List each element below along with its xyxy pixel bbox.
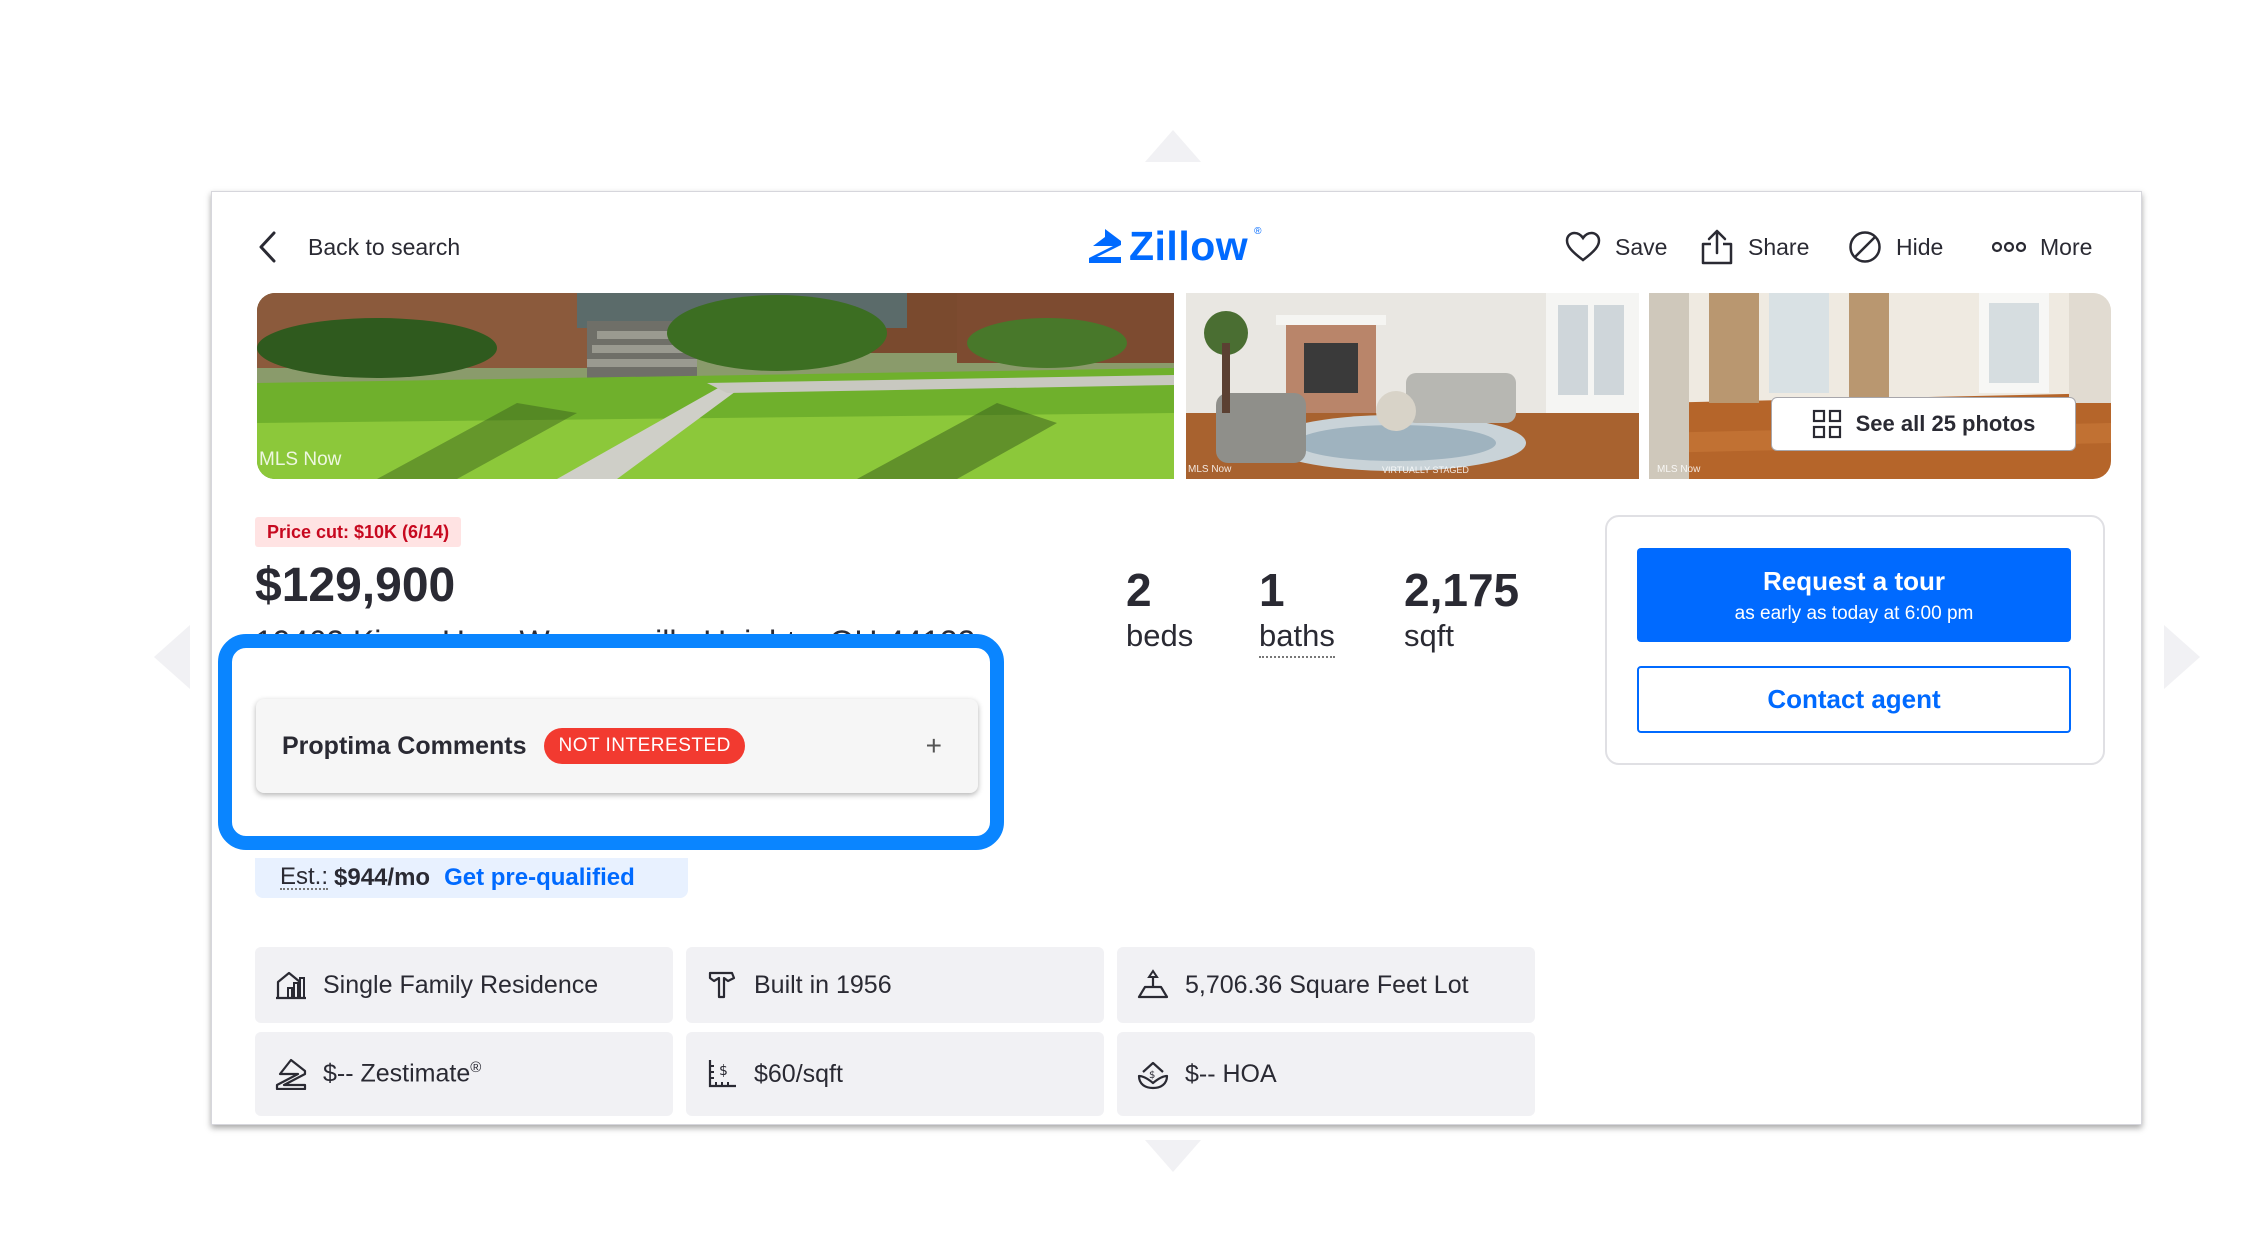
save-button[interactable]: Save bbox=[1565, 222, 1667, 272]
beds-label: beds bbox=[1126, 618, 1194, 653]
fact-hoa: $ $-- HOA bbox=[1117, 1032, 1535, 1116]
beds-value: 2 bbox=[1126, 564, 1152, 616]
fact-home-type-text: Single Family Residence bbox=[323, 970, 599, 999]
fact-year-built: Built in 1956 bbox=[686, 947, 1104, 1023]
photo-credit: MLS Now bbox=[1188, 464, 1232, 475]
proptima-comments-title: Proptima Comments bbox=[282, 731, 527, 760]
proptima-comments-card[interactable]: Proptima Comments NOT INTERESTED + bbox=[256, 699, 978, 793]
chevron-left-icon bbox=[259, 231, 276, 263]
previous-arrow[interactable] bbox=[154, 625, 190, 689]
svg-text:$: $ bbox=[1149, 1070, 1155, 1081]
fact-hoa-text: $-- HOA bbox=[1185, 1059, 1277, 1088]
hammer-icon bbox=[708, 971, 736, 999]
more-button[interactable]: More bbox=[1992, 222, 2092, 272]
sqft-label: sqft bbox=[1404, 618, 1454, 653]
baths-value: 1 bbox=[1259, 564, 1285, 616]
zestimate-icon bbox=[275, 1058, 307, 1090]
zestimate-value: $-- Zestimate bbox=[323, 1059, 471, 1088]
back-label: Back to search bbox=[308, 233, 461, 260]
house-exterior-image bbox=[257, 293, 1174, 479]
hoa-icon: $ bbox=[1137, 1061, 1169, 1090]
house-chart-icon bbox=[276, 971, 306, 1000]
fact-price-per-sqft: $ $60/sqft bbox=[686, 1032, 1104, 1116]
see-all-photos-button[interactable]: See all 25 photos bbox=[1771, 397, 2076, 451]
fact-price-per-sqft-text: $60/sqft bbox=[754, 1059, 843, 1088]
plus-icon[interactable]: + bbox=[926, 730, 942, 762]
price-cut-badge: Price cut: $10K (6/14) bbox=[255, 517, 462, 547]
interior-photo[interactable]: MLS Now bbox=[1649, 293, 2111, 479]
fact-zestimate: $-- Zestimate® bbox=[255, 1032, 673, 1116]
photo-credit: MLS Now bbox=[259, 449, 342, 470]
main-photo[interactable]: MLS Now bbox=[257, 293, 1174, 479]
living-room-image bbox=[1186, 293, 1639, 479]
listing-page: Back to search Zillow ® Save Share Hide … bbox=[211, 191, 2142, 1125]
monthly-estimate: Est.: $944/mo Get pre-qualified bbox=[255, 858, 688, 898]
zillow-logo[interactable]: Zillow ® bbox=[1087, 218, 1262, 274]
fact-year-built-text: Built in 1956 bbox=[754, 970, 892, 999]
fact-zestimate-text: $-- Zestimate® bbox=[323, 1059, 481, 1088]
heart-icon bbox=[1565, 231, 1601, 262]
request-tour-button[interactable]: Request a tour as early as today at 6:00… bbox=[1637, 548, 2071, 642]
listing-price: $129,900 bbox=[255, 559, 456, 612]
contact-agent-button[interactable]: Contact agent bbox=[1637, 666, 2071, 733]
share-button[interactable]: Share bbox=[1700, 222, 1809, 272]
more-icon bbox=[1992, 241, 2026, 253]
status-badge: NOT INTERESTED bbox=[544, 728, 745, 764]
beds-stat: 2 beds bbox=[1126, 564, 1193, 656]
logo-text: Zillow bbox=[1129, 222, 1249, 269]
save-label: Save bbox=[1615, 233, 1668, 260]
svg-text:$: $ bbox=[719, 1063, 728, 1079]
living-room-photo[interactable]: MLS Now VIRTUALLY STAGED bbox=[1186, 293, 1639, 479]
price-per-sqft-icon: $ bbox=[708, 1060, 736, 1088]
get-pre-qualified-link[interactable]: Get pre-qualified bbox=[444, 864, 635, 892]
baths-stat[interactable]: 1 baths bbox=[1259, 564, 1335, 658]
zestimate-registered-mark: ® bbox=[470, 1059, 482, 1077]
fact-lot-size: 5,706.36 Square Feet Lot bbox=[1117, 947, 1535, 1023]
fact-home-type: Single Family Residence bbox=[255, 947, 673, 1023]
share-label: Share bbox=[1748, 233, 1810, 260]
scroll-down-arrow[interactable] bbox=[1145, 1140, 1201, 1172]
see-all-label: See all 25 photos bbox=[1855, 411, 2036, 436]
hide-icon bbox=[1849, 231, 1881, 263]
scroll-up-arrow[interactable] bbox=[1145, 130, 1201, 162]
next-arrow[interactable] bbox=[2164, 625, 2200, 689]
more-label: More bbox=[2040, 233, 2093, 260]
logo-registered-mark: ® bbox=[1254, 226, 1262, 237]
estimate-value: $944/mo bbox=[334, 864, 431, 891]
sqft-stat: 2,175 sqft bbox=[1404, 564, 1519, 656]
share-icon bbox=[1701, 229, 1733, 265]
hide-button[interactable]: Hide bbox=[1848, 222, 1943, 272]
interior-image bbox=[1649, 293, 2111, 479]
baths-label[interactable]: baths bbox=[1259, 616, 1335, 658]
grid-icon bbox=[1812, 409, 1841, 439]
zillow-logo-icon bbox=[1089, 229, 1121, 263]
fact-lot-size-text: 5,706.36 Square Feet Lot bbox=[1185, 970, 1469, 999]
request-tour-sublabel: as early as today at 6:00 pm bbox=[1734, 602, 1974, 624]
request-tour-label: Request a tour bbox=[1762, 565, 1946, 596]
photo-credit: MLS Now bbox=[1657, 464, 1701, 475]
hide-label: Hide bbox=[1896, 233, 1944, 260]
sqft-value: 2,175 bbox=[1404, 564, 1520, 616]
virtually-staged-label: VIRTUALLY STAGED bbox=[1382, 465, 1469, 475]
back-to-search-link[interactable]: Back to search bbox=[258, 222, 460, 272]
lot-icon bbox=[1137, 969, 1169, 999]
estimate-label[interactable]: Est.: bbox=[280, 865, 329, 890]
